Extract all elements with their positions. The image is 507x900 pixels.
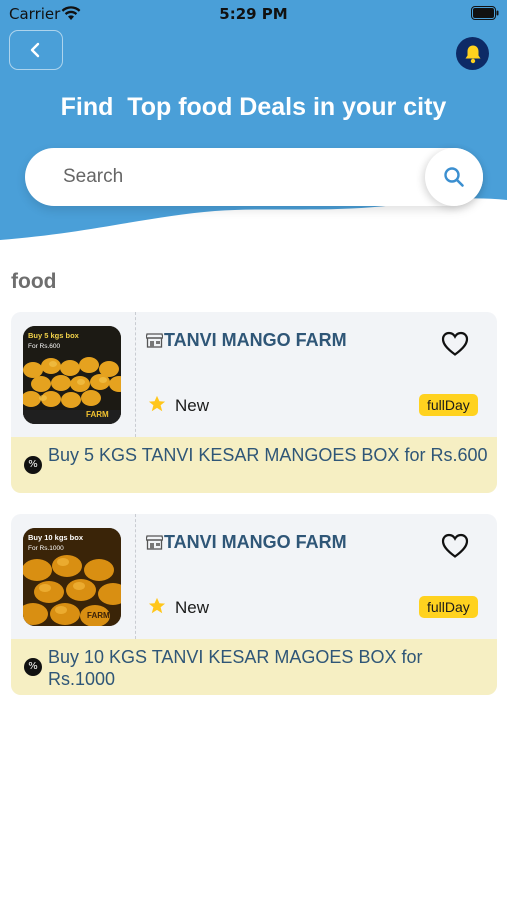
thumb-brand: FARM [86, 410, 109, 419]
favorite-heart-icon[interactable] [441, 331, 469, 357]
star-icon [148, 597, 166, 614]
thumb-text-1: Buy 5 kgs box [28, 331, 80, 340]
deal-card-header: Buy 10 kgs box For Rs.1000 FARM TANVI MA… [11, 514, 497, 639]
thumb-text-2: For Rs.600 [28, 343, 61, 350]
offer-banner: % Buy 5 KGS TANVI KESAR MANGOES BOX for … [11, 437, 497, 493]
notification-button[interactable] [456, 37, 489, 70]
search-input[interactable] [63, 164, 413, 190]
search-button[interactable] [425, 148, 483, 206]
thumb-text-2: For Rs.1000 [28, 545, 64, 552]
discount-icon: % [24, 658, 42, 676]
shop-name: TANVI MANGO FARM [164, 532, 347, 552]
deal-status: New [175, 396, 210, 415]
offer-banner: % Buy 10 KGS TANVI KESAR MAGOES BOX for … [11, 639, 497, 695]
chevron-left-icon [30, 42, 40, 58]
deal-tag-badge: fullDay [419, 394, 478, 416]
deal-tag-badge: fullDay [419, 596, 478, 618]
search-icon [444, 167, 464, 187]
search-bar [25, 148, 483, 206]
deal-card[interactable]: Buy 10 kgs box For Rs.1000 FARM TANVI MA… [11, 514, 497, 695]
status-bar: Carrier 5:29 PM [0, 0, 507, 28]
shop-name: TANVI MANGO FARM [164, 330, 347, 350]
discount-icon: % [24, 456, 42, 474]
bell-icon [465, 45, 480, 63]
card-divider [135, 514, 136, 639]
offer-text: Buy 10 KGS TANVI KESAR MAGOES BOX for Rs… [48, 647, 423, 689]
back-button[interactable] [9, 30, 63, 70]
header-background [0, 0, 507, 240]
status-time: 5:29 PM [219, 5, 288, 23]
card-divider [135, 312, 136, 437]
thumb-text-1: Buy 10 kgs box [28, 533, 84, 542]
battery-icon [471, 6, 499, 20]
deal-card-header: Buy 5 kgs box For Rs.600 FARM TANVI MANG… [11, 312, 497, 437]
deal-thumbnail: Buy 5 kgs box For Rs.600 FARM [23, 326, 121, 424]
thumb-brand: FARM [87, 611, 110, 620]
deal-card[interactable]: Buy 5 kgs box For Rs.600 FARM TANVI MANG… [11, 312, 497, 493]
deal-thumbnail: Buy 10 kgs box For Rs.1000 FARM [23, 528, 121, 626]
shop-icon [146, 535, 163, 550]
page-title: Find Top food Deals in your city [60, 93, 447, 121]
deal-status: New [175, 598, 210, 617]
favorite-heart-icon[interactable] [441, 533, 469, 559]
shop-icon [146, 333, 163, 348]
offer-text: Buy 5 KGS TANVI KESAR MANGOES BOX for Rs… [48, 445, 488, 465]
section-title: food [11, 270, 57, 293]
star-icon [148, 395, 166, 412]
